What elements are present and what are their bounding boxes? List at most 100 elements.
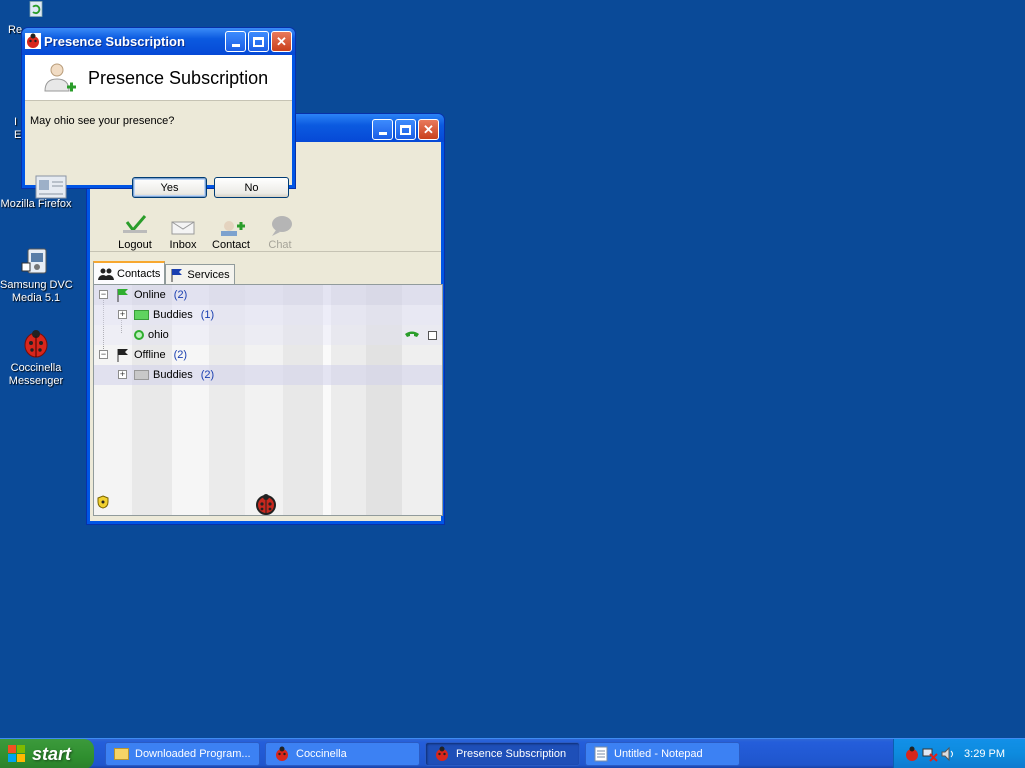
add-user-icon (44, 63, 76, 92)
group-count: (2) (173, 289, 188, 301)
start-label: start (32, 743, 72, 764)
maximize-button[interactable] (248, 31, 269, 52)
group-count: (2) (200, 369, 215, 381)
tab-services[interactable]: Services (165, 264, 235, 284)
clock: 3:29 PM (964, 748, 1005, 760)
camera-icon (21, 248, 47, 274)
maximize-icon (253, 36, 264, 47)
group-label: Offline (134, 349, 166, 361)
tab-services-label: Services (187, 268, 230, 281)
yes-button[interactable]: Yes (132, 177, 207, 198)
minimize-button[interactable] (372, 119, 393, 140)
status-online-icon (134, 330, 144, 340)
collapse-icon[interactable]: − (99, 350, 108, 359)
ladybug-icon (24, 330, 48, 358)
desktop-icon-mozilla-firefox[interactable]: Mozilla Firefox (0, 198, 72, 211)
group-label: Buddies (153, 369, 193, 381)
task-notepad[interactable]: Untitled - Notepad (585, 742, 740, 766)
minimize-icon (378, 131, 387, 135)
network-disconnected-icon[interactable] (922, 746, 938, 762)
start-button[interactable]: start (0, 739, 94, 768)
collapse-icon[interactable]: − (99, 290, 108, 299)
expand-icon[interactable]: + (118, 370, 127, 379)
dialog-message: May ohio see your presence? (30, 115, 175, 127)
tab-contacts-label: Contacts (117, 267, 161, 280)
folder-icon (134, 310, 149, 320)
expand-icon[interactable]: + (118, 310, 127, 319)
close-icon: ✕ (276, 33, 287, 49)
phone-icon[interactable] (404, 330, 420, 340)
ladybug-icon (276, 746, 288, 761)
chat-bubble-icon (272, 216, 292, 236)
ladybug-status-icon[interactable] (255, 493, 277, 515)
contact-label: ohio (148, 329, 169, 341)
tab-contacts[interactable]: Contacts (93, 261, 166, 284)
dialog-title: Presence Subscription (44, 34, 185, 49)
add-contact-button[interactable]: Contact (206, 214, 256, 251)
tree-row-contact-ohio[interactable]: ohio (94, 325, 442, 345)
desktop-icon-label: Samsung DVC Media 5.1 (0, 279, 73, 304)
green-flag-icon (117, 289, 128, 302)
maximize-icon (400, 124, 411, 135)
tree-row-offline-buddies[interactable]: + Buddies (2) (94, 365, 442, 385)
inbox-icon (171, 221, 195, 235)
tree-row-online-buddies[interactable]: + Buddies (1) (94, 305, 442, 325)
no-button[interactable]: No (214, 177, 289, 198)
taskbar: start Downloaded Program... Coccinella P… (0, 738, 1025, 768)
desktop-icon-samsung-dvc[interactable]: Samsung DVC Media 5.1 (0, 245, 73, 305)
group-label: Online (134, 289, 166, 301)
inbox-button[interactable]: Inbox (158, 214, 208, 251)
logout-label: Logout (118, 239, 152, 251)
ladybug-icon (436, 746, 448, 761)
add-contact-icon (221, 221, 245, 236)
logout-button[interactable]: Logout (110, 214, 160, 251)
presence-subscription-dialog: Presence Subscription ✕ Presence Subscri… (21, 27, 296, 199)
users-icon (98, 268, 114, 280)
group-count: (2) (173, 349, 188, 361)
flag-icon (171, 268, 183, 282)
inbox-label: Inbox (169, 239, 197, 251)
ladybug-tray-icon[interactable] (904, 746, 920, 762)
roster-tabs: Contacts Services (93, 261, 235, 284)
dialog-header: Presence Subscription (25, 55, 292, 101)
task-label: Untitled - Notepad (614, 748, 703, 760)
minimize-icon (231, 43, 240, 47)
logout-icon (123, 215, 147, 233)
tree-row-offline[interactable]: − Offline (2) (94, 345, 442, 365)
minimize-button[interactable] (225, 31, 246, 52)
task-label: Downloaded Program... (135, 748, 251, 760)
task-presence-subscription[interactable]: Presence Subscription (425, 742, 580, 766)
task-label: Coccinella (296, 748, 347, 760)
main-window-client: Logout Inbox Contact Chat Contacts Servi… (90, 142, 443, 521)
task-coccinella[interactable]: Coccinella (265, 742, 420, 766)
vcard-icon[interactable] (35, 175, 67, 199)
dialog-client: Presence Subscription May ohio see your … (25, 55, 292, 199)
tree-row-online[interactable]: − Online (2) (94, 285, 442, 305)
dialog-titlebar[interactable]: Presence Subscription ✕ (22, 28, 295, 55)
security-shield-icon[interactable] (97, 495, 109, 509)
group-count: (1) (200, 309, 215, 321)
close-button[interactable]: ✕ (271, 31, 292, 52)
checkbox-icon[interactable] (428, 331, 437, 340)
status-bar (90, 487, 441, 521)
speaker-icon[interactable] (940, 746, 956, 762)
dialog-heading: Presence Subscription (88, 68, 269, 88)
system-tray: 3:29 PM (893, 739, 1025, 768)
notepad-icon (594, 746, 608, 762)
folder-icon (134, 370, 149, 380)
chat-label: Chat (268, 239, 292, 251)
task-downloaded-programs[interactable]: Downloaded Program... (105, 742, 260, 766)
task-label: Presence Subscription (456, 748, 567, 760)
group-label: Buddies (153, 309, 193, 321)
contact-roster-tree[interactable]: − Online (2) + Buddies (1) ohio − Offlin… (93, 284, 443, 516)
folder-icon (114, 748, 129, 760)
close-button[interactable]: ✕ (418, 119, 439, 140)
chat-button[interactable]: Chat (255, 214, 305, 251)
desktop-icon-coccinella[interactable]: Coccinella Messenger (0, 328, 72, 388)
windows-logo-icon (8, 745, 25, 762)
recycle-bin-icon (29, 1, 43, 17)
black-flag-icon (117, 349, 128, 362)
contact-label: Contact (212, 239, 250, 251)
maximize-button[interactable] (395, 119, 416, 140)
ladybug-app-icon (25, 33, 41, 49)
